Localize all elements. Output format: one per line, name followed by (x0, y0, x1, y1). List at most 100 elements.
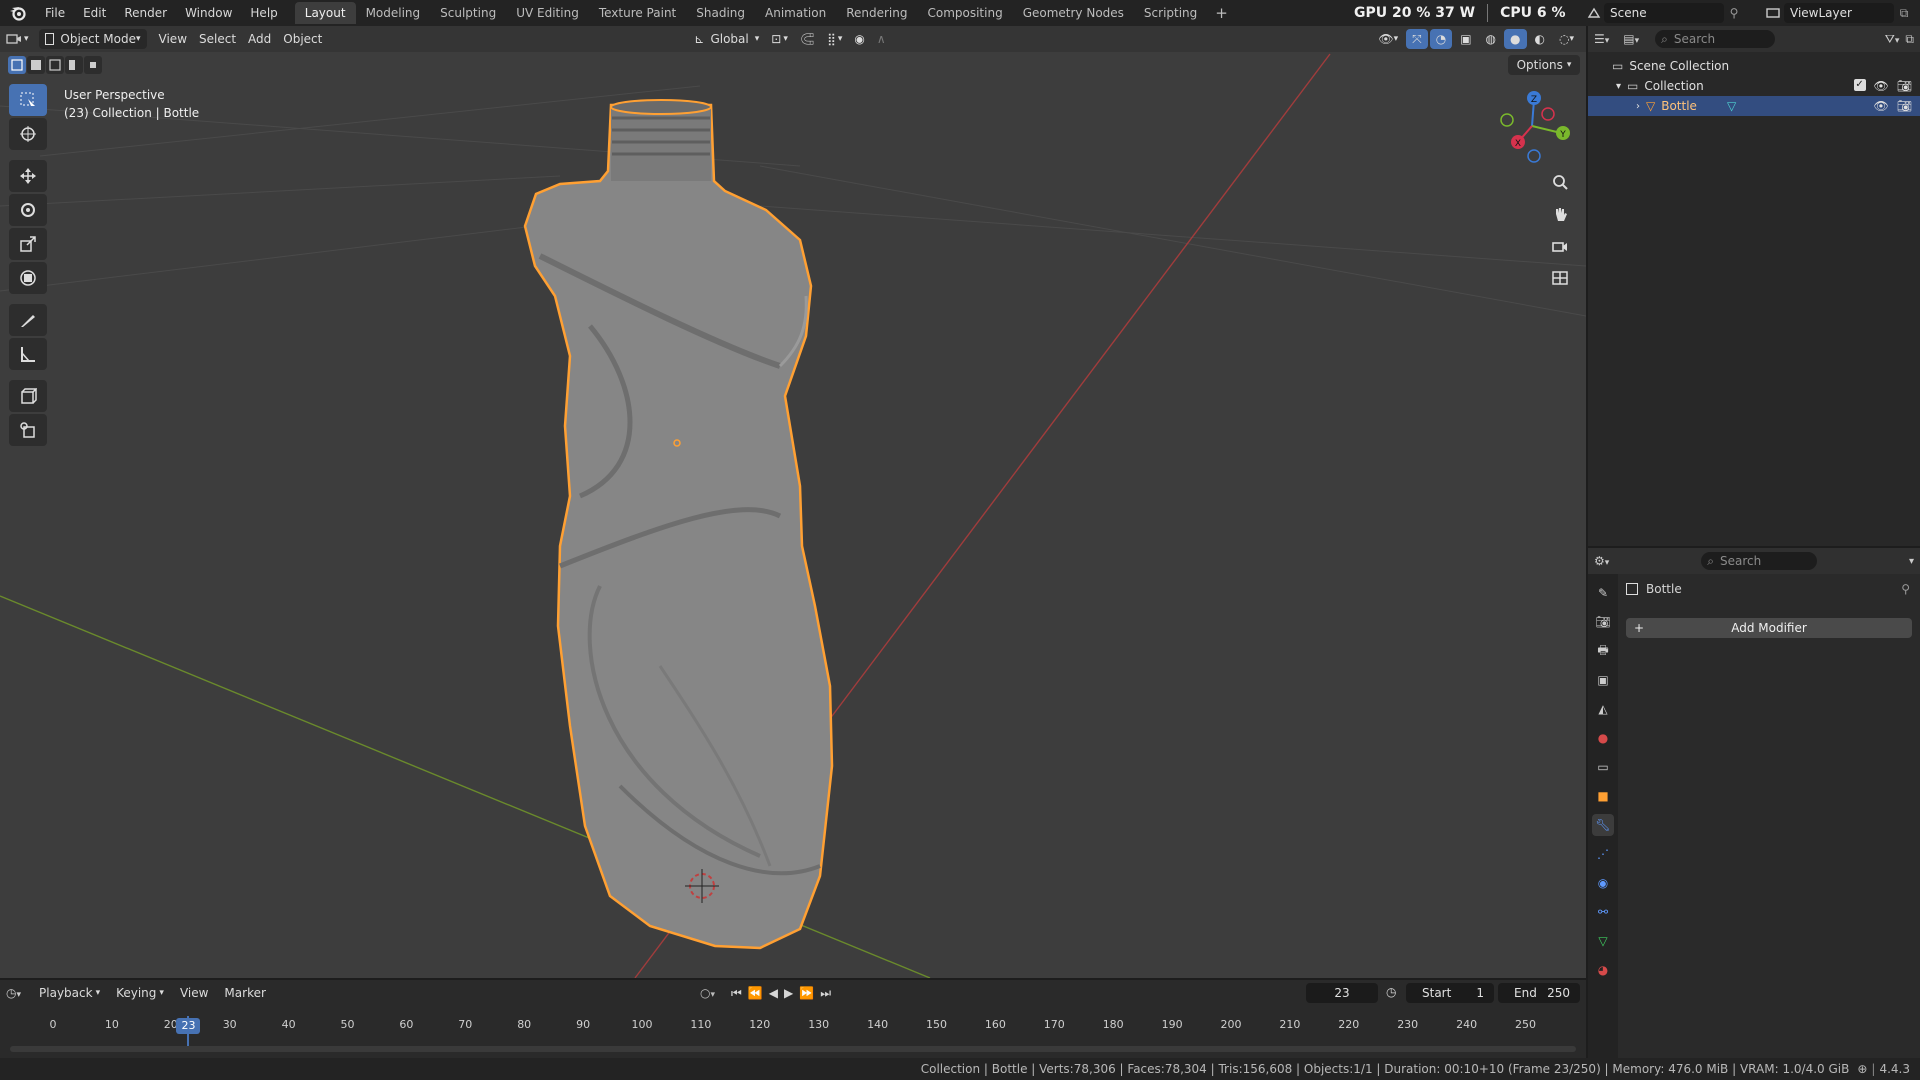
outliner-collection[interactable]: ▾ ▭ Collection ✓ 👁︎ 📷︎ (1588, 76, 1920, 96)
xray-toggle-icon[interactable]: ▣ (1454, 29, 1477, 49)
scene-icon[interactable] (1584, 7, 1604, 19)
snap-target-icon[interactable]: ⣿ ▾ (821, 29, 848, 49)
add-workspace-icon[interactable]: + (1207, 4, 1236, 22)
material-tab-icon[interactable]: ◕ (1592, 959, 1614, 981)
select-subtract-icon[interactable] (46, 56, 64, 74)
mesh-data-icon[interactable]: ▽ (1727, 99, 1736, 113)
tab-animation[interactable]: Animation (755, 2, 836, 24)
properties-options-icon[interactable]: ▾ (1909, 556, 1914, 567)
tab-texture-paint[interactable]: Texture Paint (589, 2, 686, 24)
bottle-mesh[interactable] (523, 99, 834, 950)
keying-menu[interactable]: Keying ▾ (110, 983, 170, 1003)
overlay-toggle-icon[interactable]: ◔ (1429, 29, 1453, 49)
display-mode-icon[interactable]: ▤▾ (1623, 32, 1639, 46)
tab-uv-editing[interactable]: UV Editing (506, 2, 589, 24)
viewport-canvas[interactable]: Z Y X (0, 26, 1586, 978)
modifier-tab-icon[interactable]: 🔧︎ (1592, 814, 1614, 836)
marker-menu[interactable]: Marker (218, 983, 271, 1003)
expand-chevron-icon[interactable]: ▾ (1616, 81, 1621, 92)
wireframe-shading-icon[interactable]: ◍ (1480, 29, 1502, 49)
menu-render[interactable]: Render (115, 0, 176, 26)
menu-window[interactable]: Window (176, 0, 241, 26)
timeline-view-menu[interactable]: View (174, 983, 214, 1003)
filter-icon[interactable]: ⛛▾ (1885, 32, 1900, 47)
viewport-menu-object[interactable]: Object (277, 29, 328, 49)
move-tool-icon[interactable] (9, 160, 47, 192)
play-icon[interactable]: ▶ (784, 986, 793, 1000)
rendered-shading-icon[interactable]: ◌ ▾ (1553, 29, 1580, 49)
outliner-editor-icon[interactable]: ☰▾ (1594, 32, 1609, 46)
add-modifier-button[interactable]: + Add Modifier (1626, 618, 1912, 638)
mode-selector[interactable]: Object Mode ▾ (38, 29, 147, 49)
select-invert-icon[interactable] (65, 56, 83, 74)
data-tab-icon[interactable]: ▽ (1592, 930, 1614, 952)
menu-help[interactable]: Help (241, 0, 286, 26)
snap-icon[interactable]: 🧲︎ (794, 29, 821, 49)
viewport-menu-add[interactable]: Add (242, 29, 277, 49)
play-reverse-icon[interactable]: ◀ (769, 986, 778, 1000)
tab-sculpting[interactable]: Sculpting (430, 2, 506, 24)
camera-view-icon[interactable] (1547, 233, 1573, 259)
navigation-gizmo[interactable]: Z Y X (1500, 91, 1570, 163)
cursor-tool-icon[interactable] (9, 118, 47, 150)
scale-tool-icon[interactable] (9, 228, 47, 260)
tab-geometry-nodes[interactable]: Geometry Nodes (1013, 2, 1134, 24)
view-layer-name-field[interactable]: ViewLayer (1784, 3, 1894, 23)
playhead-frame-label[interactable]: 23 (176, 1018, 201, 1034)
transform-tool-icon[interactable] (9, 262, 47, 294)
timeline-editor-icon[interactable]: ◷▾ (6, 986, 21, 1000)
menu-file[interactable]: File (36, 0, 74, 26)
tab-rendering[interactable]: Rendering (836, 2, 917, 24)
viewport-menu-select[interactable]: Select (193, 29, 242, 49)
transform-orientation-dropdown[interactable]: ⊾ Global ▾ (688, 29, 765, 49)
world-tab-icon[interactable]: ● (1592, 727, 1614, 749)
prev-keyframe-icon[interactable]: ⏪ (748, 986, 763, 1000)
new-view-layer-icon[interactable]: ⧉ (1894, 6, 1914, 21)
gizmo-toggle-icon[interactable]: ⤧ (1406, 29, 1428, 49)
select-box-tool-icon[interactable] (9, 84, 47, 116)
constraints-tab-icon[interactable]: ⚯ (1592, 901, 1614, 923)
add-shape-tool-icon[interactable] (9, 414, 47, 446)
zoom-icon[interactable] (1547, 169, 1573, 195)
particles-tab-icon[interactable]: ⋰ (1592, 843, 1614, 865)
visibility-eye-icon[interactable]: 👁︎ (1874, 79, 1889, 93)
tab-shading[interactable]: Shading (686, 2, 755, 24)
next-keyframe-icon[interactable]: ⏩ (799, 986, 814, 1000)
render-tab-icon[interactable]: 📷︎ (1592, 611, 1614, 633)
properties-search-input[interactable]: ⌕ Search (1701, 552, 1818, 570)
object-tab-icon[interactable]: ■ (1592, 785, 1614, 807)
material-shading-icon[interactable]: ◐ (1529, 29, 1551, 49)
add-cube-tool-icon[interactable] (9, 380, 47, 412)
current-frame-field[interactable]: 23 (1306, 983, 1378, 1003)
scene-tab-icon[interactable]: ◭ (1592, 698, 1614, 720)
view-layer-tab-icon[interactable]: ▣ (1592, 669, 1614, 691)
use-preview-range-icon[interactable]: ◷ (1386, 985, 1396, 999)
expand-chevron-icon[interactable]: › (1636, 101, 1640, 112)
visibility-eye-icon[interactable]: 👁︎ (1874, 99, 1889, 113)
render-camera-icon[interactable]: 📷︎ (1897, 99, 1912, 113)
visibility-selectability-icon[interactable]: 👁︎ ▾ (1372, 29, 1404, 49)
menu-edit[interactable]: Edit (74, 0, 115, 26)
pan-hand-icon[interactable] (1547, 201, 1573, 227)
jump-start-icon[interactable]: ⏮ (731, 986, 742, 1001)
new-collection-icon[interactable]: ⧉ (1905, 32, 1914, 47)
blender-logo-icon[interactable] (0, 0, 36, 26)
select-intersect-icon[interactable] (84, 56, 102, 74)
exclude-checkbox[interactable]: ✓ (1853, 79, 1866, 91)
viewport-menu-view[interactable]: View (153, 29, 193, 49)
jump-end-icon[interactable]: ⏭ (820, 986, 831, 1001)
collection-tab-icon[interactable]: ▭ (1592, 756, 1614, 778)
annotate-tool-icon[interactable] (9, 304, 47, 336)
tool-tab-icon[interactable]: ✎ (1592, 582, 1614, 604)
3d-viewport[interactable]: Z Y X ▾ Object Mode ▾ View Select Add Obj… (0, 26, 1586, 978)
timeline-scrollbar[interactable] (10, 1046, 1576, 1052)
tab-modeling[interactable]: Modeling (356, 2, 431, 24)
proportional-falloff-icon[interactable]: ∧ (871, 29, 892, 49)
tab-layout[interactable]: Layout (294, 2, 356, 24)
proportional-edit-icon[interactable]: ◉ (848, 29, 870, 49)
frame-ruler[interactable]: 0 10 20 30 40 50 60 70 80 90 100 110 120 130 140 150 160… (0, 1016, 1586, 1036)
outliner-object-bottle[interactable]: › ▽ Bottle ▽ 👁︎ 📷︎ (1588, 96, 1920, 116)
select-extend-icon[interactable] (27, 56, 45, 74)
output-tab-icon[interactable]: 🖶︎ (1592, 640, 1614, 662)
view-layer-icon[interactable] (1762, 7, 1784, 19)
